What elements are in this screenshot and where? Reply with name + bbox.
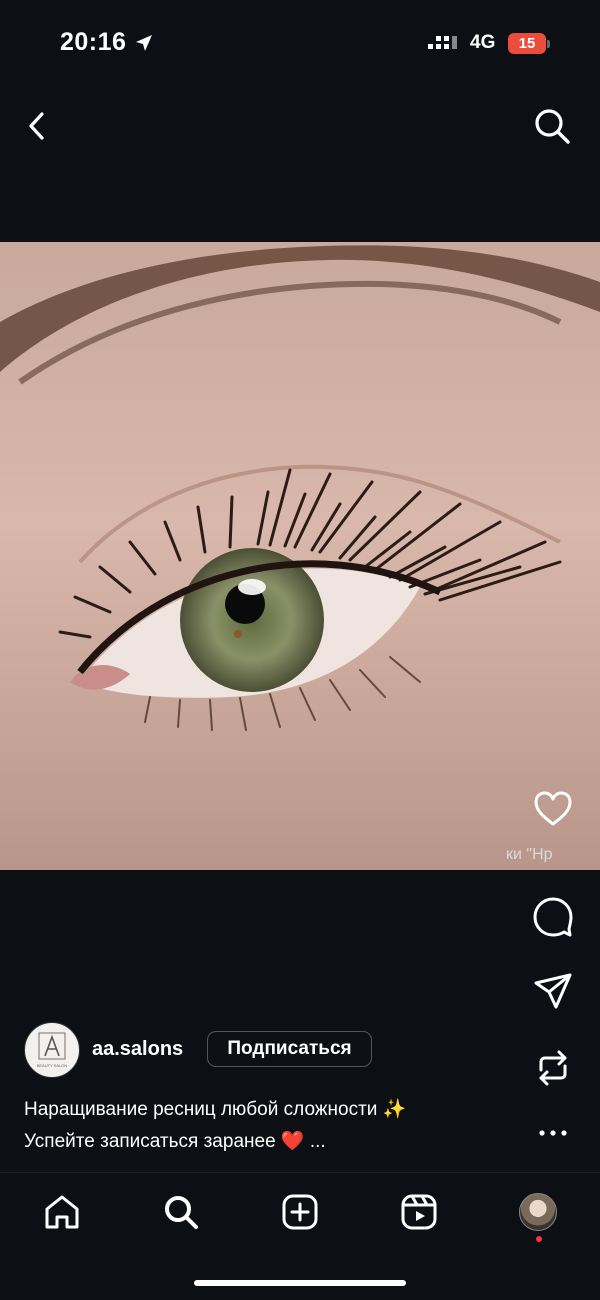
- home-indicator[interactable]: [194, 1280, 406, 1286]
- cellular-signal-icon: [428, 36, 457, 49]
- author-avatar[interactable]: BEAUTY SALON: [24, 1022, 80, 1078]
- heart-icon: [534, 791, 572, 826]
- network-type: 4G: [470, 32, 496, 53]
- eye-image: [0, 242, 600, 870]
- repost-button[interactable]: [530, 1045, 576, 1091]
- back-button[interactable]: [20, 108, 56, 144]
- profile-avatar: [519, 1193, 557, 1231]
- tab-bar-divider: [0, 1172, 600, 1173]
- caption-line-2: Успейте записаться заранее ❤️ ...: [24, 1131, 326, 1152]
- repost-icon: [539, 1050, 567, 1086]
- battery-indicator: 15: [508, 33, 546, 54]
- follow-button[interactable]: Подписаться: [207, 1031, 372, 1067]
- comment-button[interactable]: [530, 894, 576, 940]
- more-options-button[interactable]: [530, 1110, 576, 1156]
- tab-explore[interactable]: [159, 1190, 203, 1234]
- share-button[interactable]: [530, 968, 576, 1014]
- author-username[interactable]: aa.salons: [92, 1038, 183, 1061]
- tab-create[interactable]: [278, 1190, 322, 1234]
- avatar-caption: BEAUTY SALON: [37, 1063, 68, 1068]
- tab-home[interactable]: [40, 1190, 84, 1234]
- post-caption[interactable]: Наращивание ресниц любой сложности ✨ Усп…: [24, 1094, 406, 1158]
- caption-line-1: Наращивание ресниц любой сложности ✨: [24, 1099, 407, 1120]
- notification-dot: [536, 1236, 542, 1242]
- comment-icon: [533, 897, 573, 937]
- post-photo[interactable]: [0, 242, 600, 870]
- like-button[interactable]: [530, 786, 576, 832]
- chevron-left-icon: [29, 112, 44, 140]
- tab-reels[interactable]: [397, 1190, 441, 1234]
- plus-square-icon: [282, 1194, 318, 1230]
- home-icon: [45, 1195, 79, 1229]
- battery-tip: [547, 40, 550, 48]
- tab-profile[interactable]: [516, 1190, 560, 1234]
- status-time: 20:16: [60, 28, 127, 56]
- paper-plane-icon: [534, 973, 572, 1009]
- search-icon: [165, 1196, 198, 1229]
- location-arrow-icon: [136, 35, 152, 51]
- search-icon: [535, 109, 570, 144]
- search-button[interactable]: [532, 106, 572, 146]
- reels-icon: [401, 1194, 437, 1230]
- salon-logo-icon: BEAUTY SALON: [37, 1032, 68, 1068]
- more-icon: [539, 1130, 567, 1136]
- audio-label[interactable]: ки "Нр: [506, 846, 600, 864]
